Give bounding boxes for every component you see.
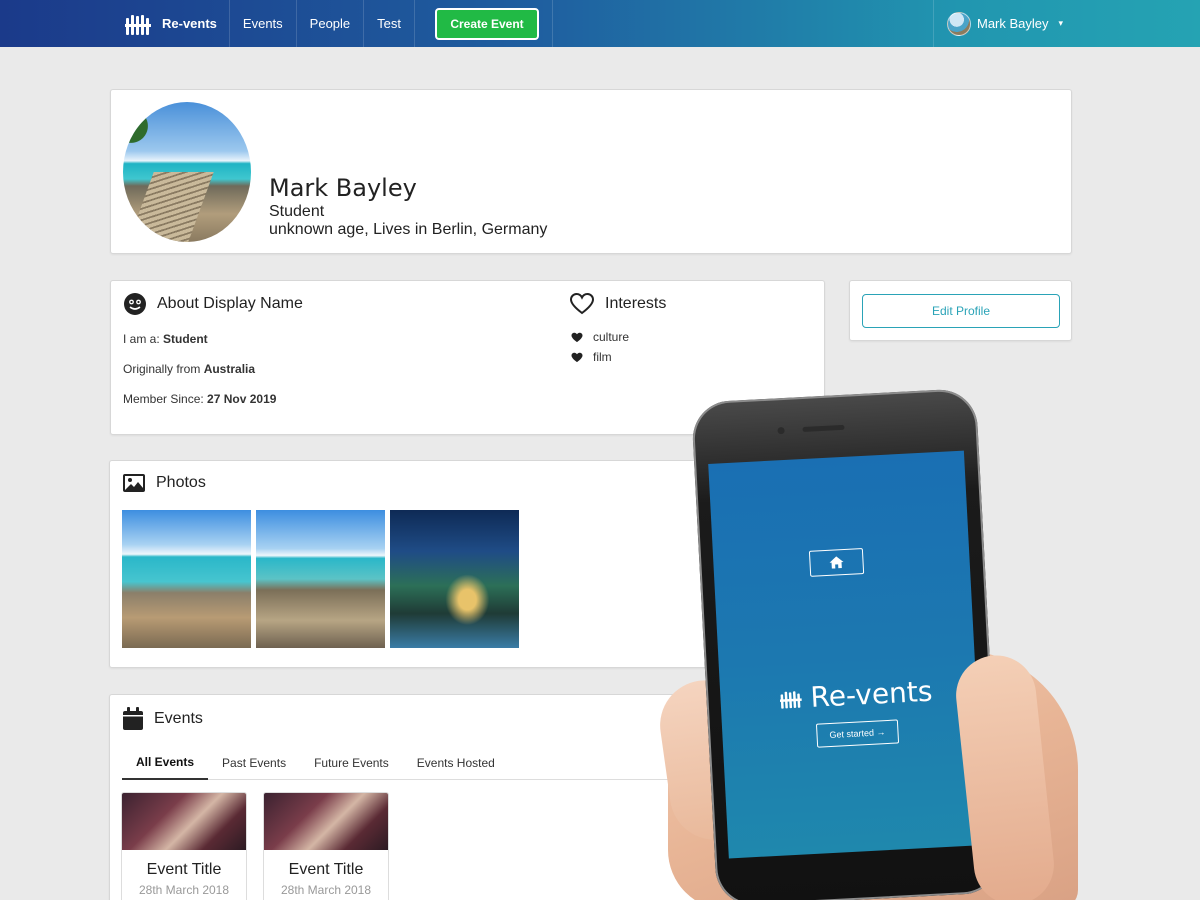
nav-menu: Re-vents Events People Test Create Event	[110, 0, 553, 47]
about-value: Australia	[203, 362, 256, 376]
phone-mockup: Re-vents Get started →	[690, 387, 1003, 900]
avatar	[947, 11, 971, 36]
photo-thumbnail[interactable]	[256, 510, 385, 648]
phone-screen: Re-vents Get started →	[708, 450, 985, 859]
tab-all-events[interactable]: All Events	[122, 745, 209, 780]
tab-future-events[interactable]: Future Events	[300, 745, 403, 780]
top-navbar: Re-vents Events People Test Create Event…	[0, 0, 1200, 47]
tab-events-hosted[interactable]: Events Hosted	[403, 745, 509, 780]
about-row-origin: Originally from Australia	[123, 362, 255, 376]
tab-past-events[interactable]: Past Events	[208, 745, 300, 780]
interests-title: Interests	[605, 295, 667, 312]
event-date: 28th March 2018	[138, 883, 230, 897]
edit-profile-card: Edit Profile	[849, 280, 1072, 341]
interest-label: film	[593, 350, 612, 364]
photo-thumbnail[interactable]	[122, 510, 251, 648]
calendar-icon	[123, 707, 143, 730]
get-started-label: Get started	[829, 727, 875, 741]
event-image	[122, 793, 246, 850]
events-heading: Events	[122, 707, 203, 731]
about-label: Originally from	[123, 362, 204, 376]
nav-item-test[interactable]: Test	[364, 0, 415, 47]
logo-icon	[125, 14, 151, 35]
event-card[interactable]: Event Title 28th March 2018	[263, 792, 389, 900]
about-value: Student	[163, 332, 208, 346]
about-heading: About Display Name	[123, 292, 303, 316]
photos-title: Photos	[156, 474, 206, 491]
brand-name: Re-vents	[162, 16, 217, 31]
about-row-member-since: Member Since: 27 Nov 2019	[123, 392, 276, 406]
smile-icon	[124, 293, 146, 315]
logo-icon	[779, 690, 802, 709]
heart-icon	[571, 352, 583, 362]
edit-profile-button[interactable]: Edit Profile	[862, 294, 1060, 328]
about-title: About Display Name	[157, 295, 303, 312]
events-title: Events	[154, 710, 203, 727]
interest-item: film	[571, 350, 612, 364]
photos-heading: Photos	[122, 473, 206, 493]
app-brand-name: Re-vents	[809, 674, 934, 714]
photo-thumbnail[interactable]	[390, 510, 519, 648]
chevron-down-icon: ▾	[1058, 18, 1064, 28]
event-date: 28th March 2018	[280, 883, 372, 897]
heart-icon	[571, 332, 583, 342]
nav-item-people[interactable]: People	[297, 0, 365, 47]
phone-speaker	[802, 424, 845, 432]
profile-header-card: Mark Bayley Student unknown age, Lives i…	[110, 89, 1072, 254]
phone-camera	[777, 426, 785, 435]
event-title: Event Title	[146, 861, 222, 878]
get-started-button[interactable]: Get started →	[815, 719, 900, 748]
heart-outline-icon	[569, 292, 595, 315]
create-event-wrap: Create Event	[415, 0, 553, 47]
home-icon	[829, 556, 844, 569]
create-event-button[interactable]: Create Event	[435, 7, 539, 40]
profile-meta: unknown age, Lives in Berlin, Germany	[269, 221, 548, 238]
about-label: Member Since:	[123, 392, 208, 406]
user-name: Mark Bayley	[977, 16, 1049, 31]
brand-link[interactable]: Re-vents	[110, 0, 230, 47]
interest-item: culture	[571, 330, 629, 344]
event-title: Event Title	[288, 861, 364, 878]
about-label: I am a:	[123, 332, 164, 346]
nav-item-events[interactable]: Events	[230, 0, 297, 47]
arrow-right-icon: →	[876, 727, 886, 738]
profile-name: Mark Bayley	[269, 174, 417, 202]
event-card[interactable]: Event Title 28th March 2018	[121, 792, 247, 900]
home-button[interactable]	[808, 548, 865, 577]
profile-role: Student	[269, 203, 325, 220]
about-row-role: I am a: Student	[123, 332, 208, 346]
app-brand: Re-vents	[778, 675, 933, 716]
interests-heading: Interests	[569, 292, 666, 316]
event-image	[264, 793, 388, 850]
profile-photo	[123, 102, 251, 242]
about-value: 27 Nov 2019	[207, 392, 277, 406]
user-menu[interactable]: Mark Bayley ▾	[933, 0, 1073, 47]
interest-label: culture	[593, 330, 630, 344]
image-icon	[123, 474, 145, 492]
